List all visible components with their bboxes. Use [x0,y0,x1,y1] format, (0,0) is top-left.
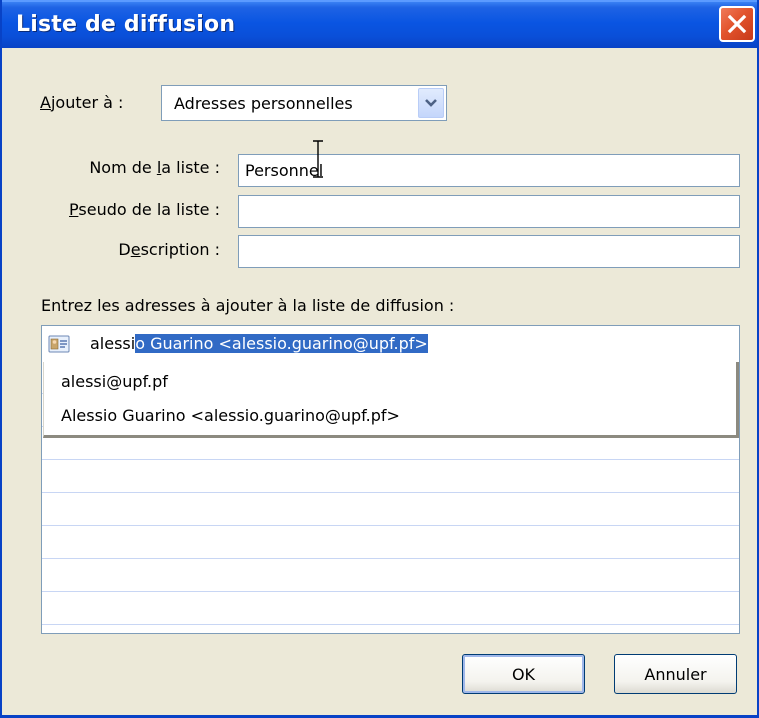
add-to-dropdown[interactable]: Adresses personnelles [161,85,447,121]
close-button[interactable] [719,6,755,42]
addresses-prompt: Entrez les adresses à ajouter à la liste… [41,296,455,315]
add-to-label: Ajouter à : [40,93,124,112]
chevron-down-icon [425,99,437,107]
ok-button[interactable]: OK [462,654,585,694]
autocomplete-selection: o Guarino <alessio.guarino@upf.pf> [135,334,428,353]
autocomplete-popup[interactable]: alessi@upf.pf Alessio Guarino <alessio.g… [43,362,739,438]
address-card-icon [48,335,70,353]
mailing-list-dialog: Liste de diffusion Ajouter à : Adresses … [0,0,759,718]
text-cursor-icon [313,140,323,178]
list-nickname-label: Pseudo de la liste : [69,200,220,219]
address-entry-text[interactable]: alessio Guarino <alessio.guarino@upf.pf> [90,334,428,353]
typed-text: alessi [90,334,136,353]
suggestion-item[interactable]: alessi@upf.pf [61,372,168,391]
add-to-selected-value: Adresses personnelles [174,94,353,113]
address-row[interactable] [42,559,739,592]
dialog-title: Liste de diffusion [16,12,236,37]
cancel-button[interactable]: Annuler [614,654,737,694]
description-input[interactable] [238,235,740,268]
close-icon [727,14,747,34]
address-entry-row[interactable]: alessio Guarino <alessio.guarino@upf.pf> [42,326,739,362]
dropdown-button[interactable] [418,88,444,118]
address-row[interactable] [42,526,739,559]
list-name-label: Nom de la liste : [89,158,220,177]
description-label: Description : [118,240,220,259]
list-nickname-input[interactable] [238,195,740,228]
address-row[interactable] [42,592,739,625]
address-row[interactable] [42,460,739,493]
title-bar[interactable]: Liste de diffusion [2,0,757,48]
address-row[interactable] [42,493,739,526]
suggestion-item[interactable]: Alessio Guarino <alessio.guarino@upf.pf> [61,406,400,425]
